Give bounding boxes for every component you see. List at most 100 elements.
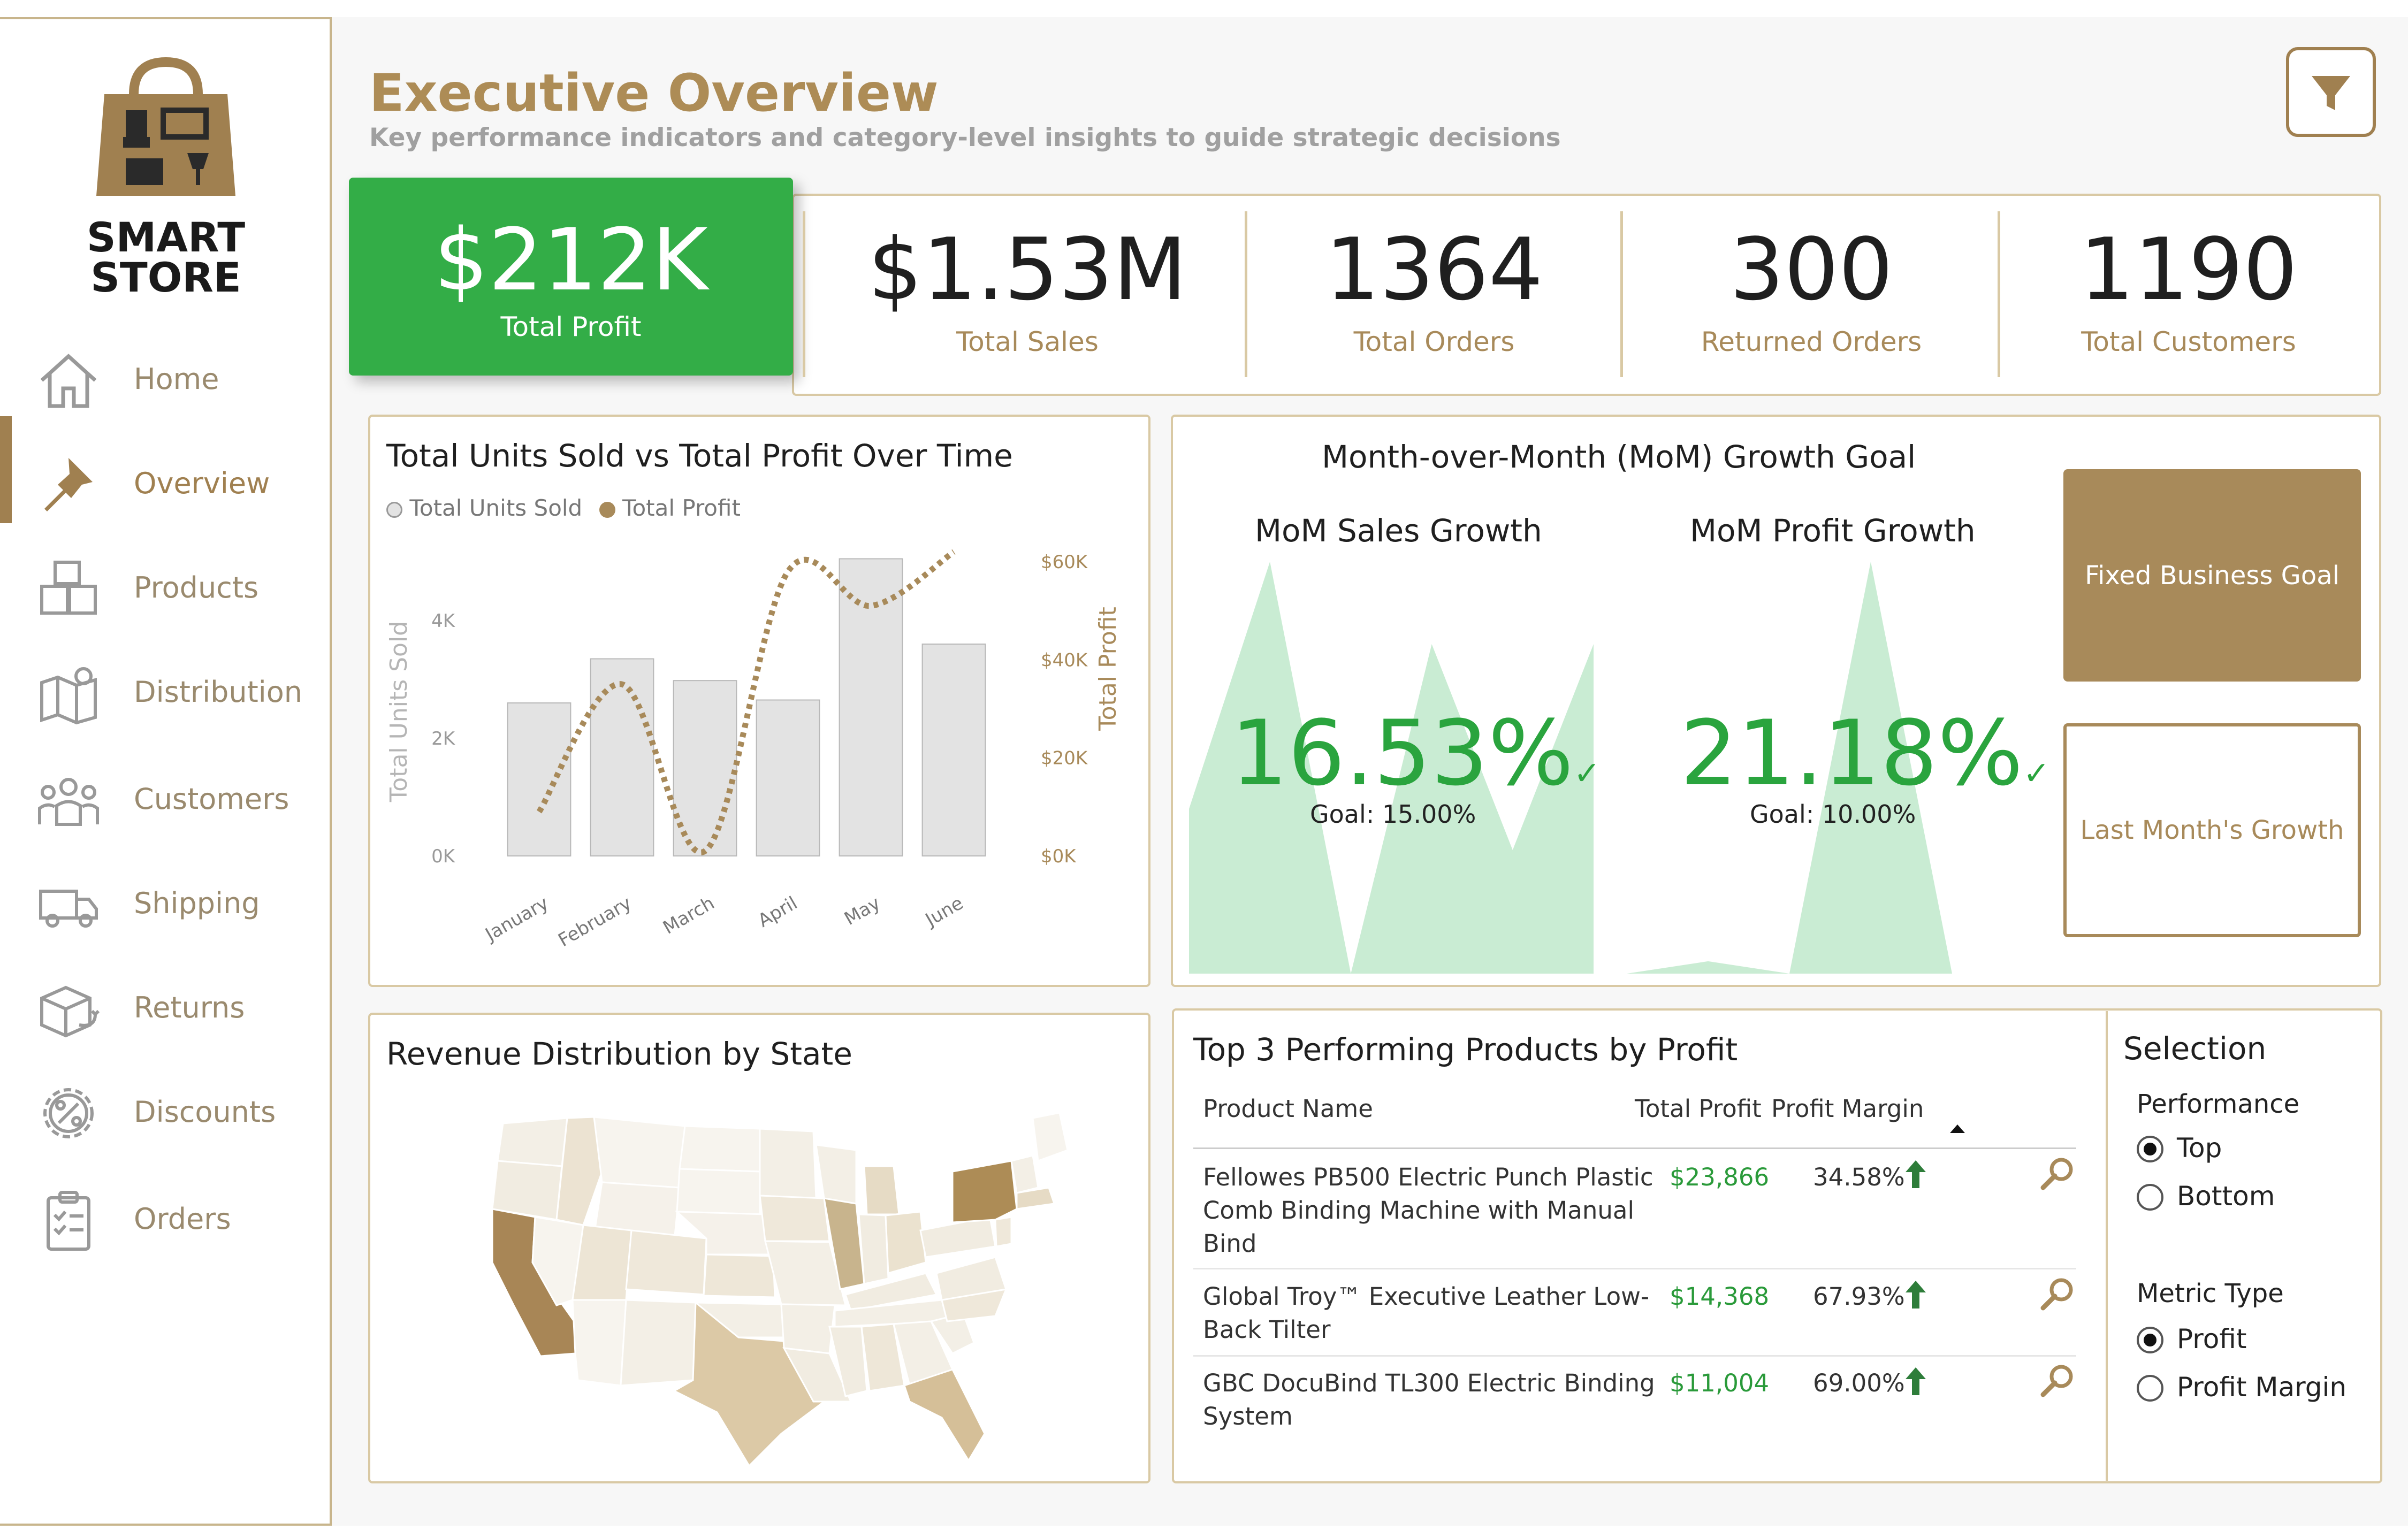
bar-units-sold bbox=[921, 644, 986, 856]
boxes-icon bbox=[40, 561, 97, 615]
product-name-line: Back Tilter bbox=[1203, 1315, 1331, 1344]
map-pin-icon bbox=[40, 667, 97, 725]
nav-item-shipping[interactable]: Shipping bbox=[0, 856, 327, 937]
performance-label: Performance bbox=[2137, 1089, 2300, 1119]
header-divider bbox=[1193, 1147, 2076, 1149]
radio-top[interactable] bbox=[2137, 1136, 2163, 1162]
clipboard-icon bbox=[47, 1191, 90, 1251]
radio-top-label[interactable]: Top bbox=[2177, 1133, 2222, 1164]
check-icon: ✓ bbox=[1573, 755, 1601, 792]
nav-item-orders[interactable]: Orders bbox=[0, 1172, 327, 1252]
product-profit: $11,004 bbox=[1670, 1369, 1770, 1397]
state-ny[interactable] bbox=[951, 1160, 1018, 1223]
state-co[interactable] bbox=[625, 1229, 707, 1296]
radio-profit-margin-label[interactable]: Profit Margin bbox=[2177, 1372, 2346, 1403]
state-vt-nh[interactable] bbox=[1010, 1154, 1039, 1194]
nav-item-customers[interactable]: Customers bbox=[0, 752, 327, 832]
fixed-goal-label: Fixed Business Goal bbox=[2085, 560, 2340, 591]
y-right-axis-label: Total Profit bbox=[1094, 607, 1122, 731]
state-fl[interactable] bbox=[903, 1368, 986, 1462]
kpi-divider bbox=[1998, 211, 2000, 377]
mom-profit-value: 21.18%✓ bbox=[1680, 701, 2050, 806]
sort-up-icon[interactable] bbox=[1948, 1122, 1967, 1135]
kpi-label: Total Customers bbox=[2081, 326, 2296, 357]
magnify-icon[interactable] bbox=[2039, 1275, 2076, 1312]
bar-units-sold bbox=[673, 680, 737, 856]
product-name-line: System bbox=[1203, 1402, 1293, 1430]
state-mi[interactable] bbox=[863, 1165, 900, 1215]
state-az[interactable] bbox=[571, 1299, 627, 1387]
us-choropleth-map bbox=[491, 1112, 1069, 1466]
radio-profit[interactable] bbox=[2137, 1327, 2163, 1353]
radio-profit-margin[interactable] bbox=[2137, 1375, 2163, 1402]
bar-units-sold bbox=[590, 658, 654, 856]
combo-chart-title: Total Units Sold vs Total Profit Over Ti… bbox=[386, 438, 1013, 474]
nav-label: Overview bbox=[134, 466, 270, 500]
col-header-product[interactable]: Product Name bbox=[1203, 1095, 1373, 1123]
magnify-icon[interactable] bbox=[2039, 1154, 2076, 1192]
last-month-label: Last Month's Growth bbox=[2080, 815, 2344, 845]
radio-bottom[interactable] bbox=[2137, 1184, 2163, 1211]
nav-item-discounts[interactable]: Discounts bbox=[0, 1065, 327, 1145]
people-icon bbox=[38, 778, 99, 826]
kpi-value: 1190 bbox=[2079, 219, 2298, 319]
kpi-divider bbox=[803, 211, 805, 377]
y-right-tick: $60K bbox=[1041, 552, 1088, 573]
filter-button[interactable] bbox=[2286, 47, 2376, 137]
mom-profit-goal: Goal: 10.00% bbox=[1750, 800, 1916, 829]
arrow-up-icon bbox=[1906, 1160, 1926, 1188]
state-wa[interactable] bbox=[497, 1117, 568, 1167]
state-me[interactable] bbox=[1032, 1112, 1069, 1162]
page-subtitle: Key performance indicators and category-… bbox=[369, 123, 1561, 152]
state-oh[interactable] bbox=[885, 1211, 927, 1274]
nav-item-distribution[interactable]: Distribution bbox=[0, 645, 327, 725]
state-wi[interactable] bbox=[815, 1144, 857, 1205]
magnify-icon[interactable] bbox=[2039, 1361, 2076, 1399]
y-left-axis-label: Total Units Sold bbox=[385, 621, 413, 802]
percent-gear-icon bbox=[43, 1088, 94, 1138]
state-in[interactable] bbox=[858, 1213, 889, 1285]
col-header-margin[interactable]: Profit Margin bbox=[1771, 1095, 1924, 1123]
product-name-line: Fellowes PB500 Electric Punch Plastic bbox=[1203, 1163, 1653, 1191]
state-ia[interactable] bbox=[759, 1195, 830, 1242]
truck-icon bbox=[39, 890, 98, 928]
kpi-label: Total Sales bbox=[956, 326, 1099, 357]
radio-profit-label[interactable]: Profit bbox=[2177, 1323, 2246, 1355]
nav-label: Shipping bbox=[134, 886, 260, 920]
nav-label: Distribution bbox=[134, 675, 303, 709]
kpi-label: Total Orders bbox=[1353, 326, 1515, 357]
state-mt[interactable] bbox=[593, 1116, 686, 1189]
fixed-goal-button[interactable]: Fixed Business Goal bbox=[2063, 469, 2361, 682]
nav-item-overview[interactable]: Overview bbox=[0, 437, 327, 517]
page-title: Executive Overview bbox=[369, 63, 939, 123]
kpi-value: $1.53M bbox=[867, 219, 1187, 319]
product-name-line: Bind bbox=[1203, 1229, 1257, 1258]
row-divider bbox=[1193, 1355, 2076, 1357]
kpi-label: Total Profit bbox=[500, 311, 642, 342]
product-name: Global Troy™ Executive Leather Low- Back… bbox=[1203, 1280, 1649, 1346]
return-box-icon bbox=[40, 985, 100, 1038]
col-header-profit[interactable]: Total Profit bbox=[1635, 1095, 1762, 1123]
nav-item-products[interactable]: Products bbox=[0, 541, 327, 621]
last-month-growth-button[interactable]: Last Month's Growth bbox=[2063, 723, 2361, 937]
state-mn[interactable] bbox=[759, 1128, 817, 1199]
state-ar[interactable] bbox=[780, 1303, 836, 1355]
product-profit: $23,866 bbox=[1670, 1163, 1770, 1191]
radio-bottom-label[interactable]: Bottom bbox=[2177, 1181, 2275, 1212]
nav-item-home[interactable]: Home bbox=[0, 332, 327, 412]
state-nd[interactable] bbox=[679, 1125, 761, 1173]
nav-label: Orders bbox=[134, 1202, 231, 1236]
state-nj[interactable] bbox=[994, 1216, 1012, 1248]
nav-item-returns[interactable]: Returns bbox=[0, 961, 327, 1041]
metric-type-label: Metric Type bbox=[2137, 1279, 2284, 1309]
state-pa[interactable] bbox=[919, 1216, 996, 1258]
sidebar: SMART STORE Home Overview Products Distr… bbox=[0, 17, 332, 1526]
x-tick-label: May bbox=[841, 892, 884, 930]
state-ks[interactable] bbox=[703, 1253, 776, 1298]
state-ut[interactable] bbox=[571, 1224, 633, 1301]
product-name: Fellowes PB500 Electric Punch Plastic Co… bbox=[1203, 1161, 1653, 1260]
state-nm[interactable] bbox=[620, 1299, 697, 1387]
mom-sales-value: 16.53%✓ bbox=[1231, 701, 1601, 806]
row-divider bbox=[1193, 1268, 2076, 1269]
state-sd[interactable] bbox=[676, 1168, 761, 1215]
